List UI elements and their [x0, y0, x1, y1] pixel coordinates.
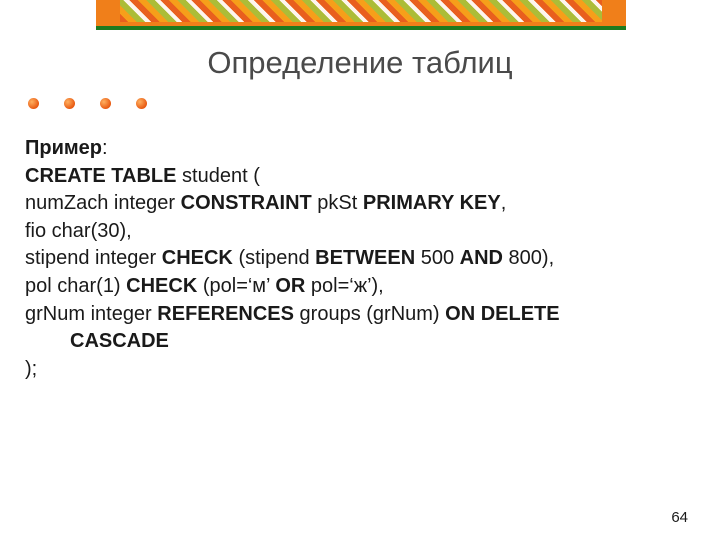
bullet-dot-icon — [136, 98, 147, 109]
example-heading: Пример: — [25, 135, 695, 163]
page-number: 64 — [671, 509, 688, 526]
banner-pattern — [120, 0, 602, 22]
bullet-dot-icon — [100, 98, 111, 109]
code-line: fio char(30), — [25, 218, 695, 246]
code-line: numZach integer CONSTRAINT pkSt PRIMARY … — [25, 190, 695, 218]
decorative-banner — [96, 0, 626, 30]
bullet-dot-icon — [64, 98, 75, 109]
bullet-dot-icon — [28, 98, 39, 109]
code-line-indent: CASCADE — [25, 328, 695, 356]
code-line: stipend integer CHECK (stipend BETWEEN 5… — [25, 245, 695, 273]
bullet-row — [28, 98, 147, 109]
code-line: CREATE TABLE student ( — [25, 163, 695, 191]
banner-underline — [96, 26, 626, 30]
code-line: pol char(1) CHECK (pol=‘м’ OR pol=‘ж’), — [25, 273, 695, 301]
code-line: grNum integer REFERENCES groups (grNum) … — [25, 301, 695, 329]
slide-title: Определение таблиц — [0, 45, 720, 81]
code-line: ); — [25, 356, 695, 384]
slide-body: Пример: CREATE TABLE student ( numZach i… — [25, 135, 695, 383]
